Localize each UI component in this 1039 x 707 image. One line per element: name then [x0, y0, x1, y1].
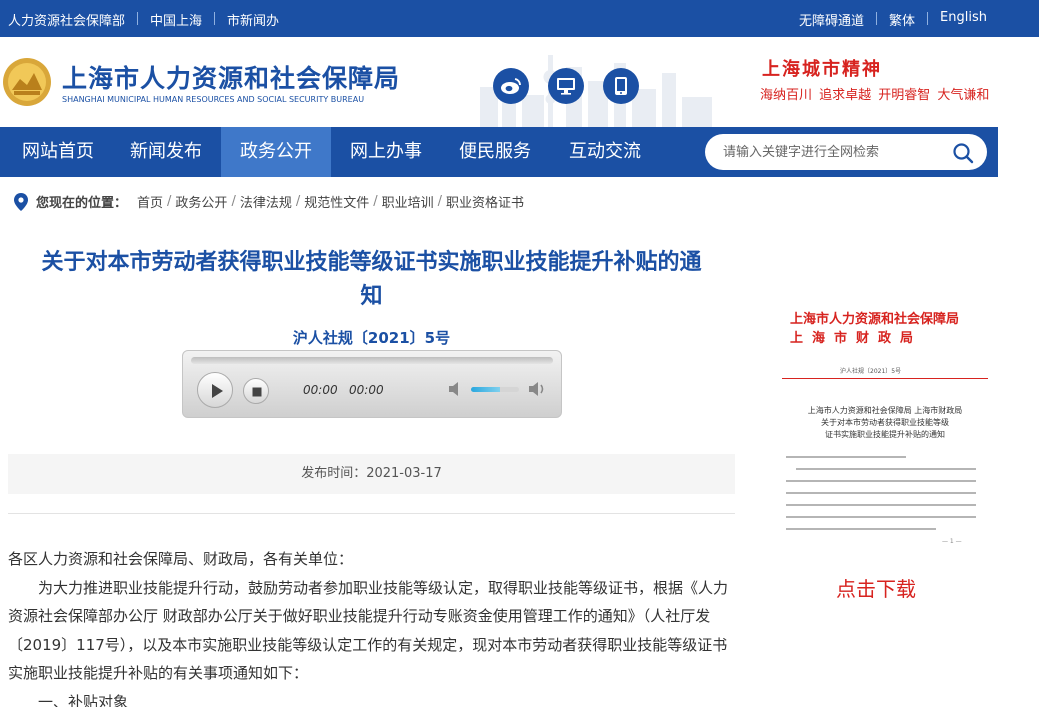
article-title-line: 关于对本市劳动者获得职业技能等级证书实施职业技能提升补贴的通	[41, 250, 702, 275]
article-section-heading: 一、补贴对象	[38, 692, 129, 707]
content-divider	[8, 513, 735, 514]
volume-slider[interactable]	[471, 387, 519, 392]
doc-title-line: 证书实施职业技能提升补贴的通知	[825, 430, 945, 439]
top-utility-bar: 人力资源社会保障部 中国上海 市新闻办 无障碍通道 繁体 English	[0, 0, 1039, 37]
doc-page-number: — 1 —	[942, 538, 962, 545]
publish-date: 发布时间：2021-03-17	[8, 454, 735, 494]
doc-issuer-line: 上海市人力资源和社会保障局	[790, 312, 960, 327]
stop-icon	[252, 387, 262, 397]
link-traditional-chinese[interactable]: 繁体	[889, 10, 915, 29]
breadcrumb-separator: /	[437, 194, 443, 209]
nav-gov-affairs[interactable]: 政务公开	[221, 127, 331, 177]
breadcrumb-laws[interactable]: 法律法规	[240, 192, 292, 211]
search-input[interactable]	[723, 142, 943, 162]
play-button[interactable]	[197, 372, 233, 408]
article-body: 各区人力资源和社会保障局、财政局，各有关单位： 为大力推进职业技能提升行动，鼓励…	[8, 545, 735, 707]
breadcrumb-separator: /	[231, 194, 236, 209]
divider	[927, 12, 929, 25]
download-link[interactable]: 点击下载	[780, 573, 972, 602]
link-english[interactable]: English	[940, 10, 987, 29]
breadcrumb-home[interactable]: 首页	[137, 192, 163, 211]
search-box	[705, 134, 987, 170]
city-spirit-title: 上海城市精神	[762, 59, 882, 80]
doc-text-line	[786, 516, 976, 518]
doc-number: 沪人社规〔2021〕5号	[840, 368, 902, 375]
doc-issuer-line: 上海市财政局	[790, 331, 923, 346]
volume-icon[interactable]	[527, 380, 547, 398]
divider	[876, 12, 878, 25]
breadcrumb-separator: /	[295, 194, 301, 209]
breadcrumb: 您现在的位置： 首页 / 政务公开 / 法律法规 / 规范性文件 / 职业培训 / 职业资…	[14, 192, 528, 211]
article-title: 关于对本市劳动者获得职业技能等级证书实施职业技能提升补贴的通 知	[8, 246, 735, 314]
doc-red-rule	[782, 378, 988, 379]
doc-title-line: 上海市人力资源和社会保障局 上海市财政局	[807, 406, 963, 415]
main-nav: 网站首页 新闻发布 政务公开 网上办事 便民服务 互动交流	[0, 127, 998, 177]
nav-news[interactable]: 新闻发布	[118, 127, 214, 177]
desktop-site-button[interactable]	[548, 68, 584, 104]
audio-player: 00:00 00:00	[182, 350, 562, 418]
doc-text-line	[786, 492, 976, 494]
site-header: 上海市人力资源和社会保障局 SHANGHAI MUNICIPAL HUMAN R…	[0, 37, 1039, 127]
document-number: 沪人社规〔2021〕5号	[292, 329, 451, 347]
breadcrumb-separator: /	[167, 194, 172, 209]
doc-text-line	[786, 480, 976, 482]
link-mohrss[interactable]: 人力资源社会保障部	[8, 10, 125, 29]
mute-icon[interactable]	[447, 380, 465, 398]
nav-public-services[interactable]: 便民服务	[447, 127, 543, 177]
doc-title-line: 关于对本市劳动者获得职业技能等级	[821, 418, 949, 427]
document-preview[interactable]: 上海市人力资源和社会保障局 上海市财政局 沪人社规〔2021〕5号 上海市人力资…	[780, 300, 990, 550]
current-time: 00:00	[303, 383, 338, 397]
doc-text-line	[786, 456, 906, 458]
search-icon[interactable]	[951, 141, 975, 165]
article-salutation: 各区人力资源和社会保障局、财政局，各有关单位：	[8, 550, 354, 568]
link-press-office[interactable]: 市新闻办	[227, 10, 279, 29]
breadcrumb-gov-affairs[interactable]: 政务公开	[175, 192, 227, 211]
bureau-emblem-logo[interactable]	[2, 57, 52, 107]
nav-interaction[interactable]: 互动交流	[557, 127, 653, 177]
divider	[214, 12, 216, 25]
mobile-icon	[615, 77, 627, 95]
audio-progress-bar[interactable]	[191, 357, 553, 364]
breadcrumb-label: 您现在的位置：	[36, 196, 128, 211]
article-title-line: 知	[360, 284, 383, 309]
mobile-site-button[interactable]	[603, 68, 639, 104]
nav-online-services[interactable]: 网上办事	[338, 127, 434, 177]
link-china-shanghai[interactable]: 中国上海	[150, 10, 202, 29]
doc-text-line	[786, 528, 936, 530]
location-pin-icon	[14, 192, 28, 211]
site-name-cn[interactable]: 上海市人力资源和社会保障局	[62, 59, 400, 95]
play-icon	[212, 384, 223, 398]
nav-home[interactable]: 网站首页	[10, 127, 106, 177]
breadcrumb-vocational-training[interactable]: 职业培训	[382, 192, 434, 211]
divider	[137, 12, 139, 25]
city-spirit-text: 海纳百川 追求卓越 开明睿智 大气谦和	[760, 88, 990, 103]
breadcrumb-qualification-cert[interactable]: 职业资格证书	[446, 192, 524, 211]
stop-button[interactable]	[243, 378, 269, 404]
breadcrumb-normative-docs[interactable]: 规范性文件	[304, 192, 369, 211]
site-name-en: SHANGHAI MUNICIPAL HUMAN RESOURCES AND S…	[62, 95, 365, 104]
article-paragraph: 为大力推进职业技能提升行动，鼓励劳动者参加职业技能等级认定，取得职业技能等级证书…	[8, 578, 729, 683]
duration-time: 00:00	[349, 383, 384, 397]
doc-text-line	[796, 468, 976, 470]
monitor-icon	[557, 78, 575, 95]
weibo-button[interactable]	[493, 68, 529, 104]
doc-text-line	[786, 504, 976, 506]
weibo-icon	[501, 78, 521, 94]
breadcrumb-separator: /	[373, 194, 378, 209]
link-accessibility[interactable]: 无障碍通道	[799, 10, 864, 29]
